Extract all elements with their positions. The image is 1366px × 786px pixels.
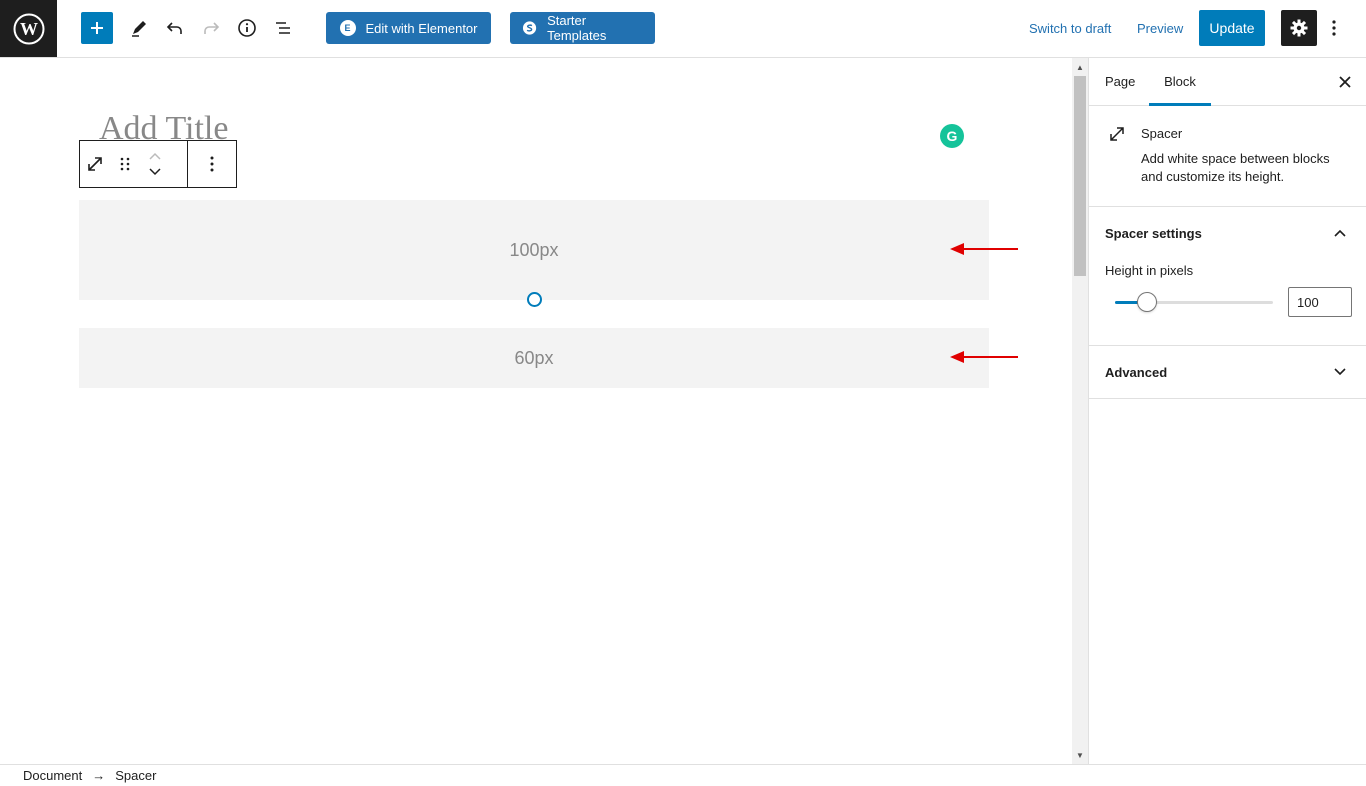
- scroll-down-icon[interactable]: ▼: [1075, 750, 1085, 760]
- tab-page[interactable]: Page: [1105, 58, 1135, 106]
- block-card-title: Spacer: [1141, 126, 1183, 141]
- height-slider[interactable]: [1115, 290, 1273, 314]
- update-button[interactable]: Update: [1199, 10, 1265, 46]
- block-breadcrumb: Document → Spacer: [0, 764, 1366, 786]
- breadcrumb-separator: →: [92, 768, 106, 783]
- wordpress-icon: W: [13, 13, 44, 44]
- close-sidebar-button[interactable]: [1333, 70, 1357, 94]
- chevron-down-icon: [1332, 364, 1348, 380]
- edit-with-elementor-button[interactable]: E Edit with Elementor: [326, 12, 491, 44]
- scroll-up-icon[interactable]: ▲: [1075, 62, 1085, 72]
- move-up-icon[interactable]: [148, 150, 162, 164]
- starter-templates-label: Starter Templates: [547, 13, 607, 43]
- drag-handle[interactable]: [110, 141, 140, 187]
- options-menu-button[interactable]: [1322, 12, 1346, 44]
- spacer-resize-handle[interactable]: [527, 292, 542, 307]
- spacer-height-label: 100px: [509, 239, 559, 260]
- elementor-icon: E: [339, 20, 356, 36]
- height-label: Height in pixels: [1105, 263, 1194, 278]
- editor-top-toolbar: W E Edit with Elementor Starter Template…: [0, 0, 1366, 58]
- sidebar-tabs: Page Block: [1089, 58, 1366, 106]
- svg-text:W: W: [20, 19, 38, 39]
- advanced-panel: Advanced: [1089, 346, 1366, 399]
- pencil-icon: [132, 21, 146, 37]
- height-number-input[interactable]: [1288, 287, 1352, 317]
- spacer-resize-icon: [88, 157, 102, 171]
- more-vertical-icon: [210, 156, 214, 172]
- plus-icon: [91, 22, 103, 34]
- panel-title: Advanced: [1105, 364, 1168, 380]
- close-icon: [1339, 76, 1351, 88]
- tab-block[interactable]: Block: [1149, 58, 1211, 106]
- spacer-height-label: 60px: [514, 347, 554, 368]
- breadcrumb-document[interactable]: Document: [23, 768, 82, 783]
- chevron-up-icon: [1332, 225, 1348, 241]
- gear-icon: [1290, 19, 1308, 37]
- preview-button[interactable]: Preview: [1137, 12, 1183, 44]
- details-button[interactable]: [231, 12, 263, 44]
- edit-with-elementor-label: Edit with Elementor: [365, 20, 478, 36]
- spacer-block-60[interactable]: 60px: [79, 328, 989, 388]
- spacer-resize-icon: [1110, 127, 1124, 141]
- starter-templates-icon: [522, 21, 537, 35]
- redo-button[interactable]: [195, 12, 227, 44]
- spacer-block-100[interactable]: 100px: [79, 200, 989, 300]
- settings-button[interactable]: [1281, 10, 1317, 46]
- advanced-toggle[interactable]: Advanced: [1089, 346, 1366, 398]
- undo-button[interactable]: [159, 12, 191, 44]
- drag-handle-icon: [120, 157, 130, 171]
- move-down-icon[interactable]: [148, 164, 162, 178]
- wordpress-logo-button[interactable]: W: [0, 0, 57, 57]
- block-options-button[interactable]: [188, 141, 236, 187]
- settings-sidebar: Page Block Spacer Add white space betwee…: [1088, 58, 1366, 764]
- block-card: Spacer Add white space between blocks an…: [1089, 106, 1366, 207]
- red-arrow-annotation: [950, 351, 1018, 363]
- redo-icon: [204, 22, 220, 34]
- breadcrumb-spacer[interactable]: Spacer: [115, 768, 156, 783]
- red-arrow-annotation: [950, 243, 1018, 255]
- info-icon: [238, 19, 256, 37]
- scroll-thumb[interactable]: [1074, 76, 1086, 276]
- switch-to-draft-button[interactable]: Switch to draft: [1029, 12, 1111, 44]
- add-block-button[interactable]: [81, 12, 113, 44]
- block-card-description: Add white space between blocks and custo…: [1141, 151, 1330, 184]
- undo-icon: [166, 22, 182, 34]
- list-view-icon: [276, 22, 290, 34]
- block-mover: [140, 141, 170, 187]
- block-toolbar: [79, 140, 237, 188]
- canvas-scrollbar[interactable]: ▲ ▼: [1072, 58, 1088, 764]
- editor-canvas: Add Title G 100px 60px: [0, 58, 1072, 764]
- slider-thumb[interactable]: [1136, 292, 1157, 312]
- block-type-button[interactable]: [80, 141, 110, 187]
- list-view-button[interactable]: [267, 12, 299, 44]
- starter-templates-button[interactable]: Starter Templates: [510, 12, 655, 44]
- grammarly-icon[interactable]: G: [940, 124, 964, 148]
- tools-button[interactable]: [123, 12, 155, 44]
- more-vertical-icon: [1332, 20, 1336, 36]
- panel-title: Spacer settings: [1105, 225, 1202, 241]
- spacer-settings-toggle[interactable]: Spacer settings: [1089, 207, 1366, 259]
